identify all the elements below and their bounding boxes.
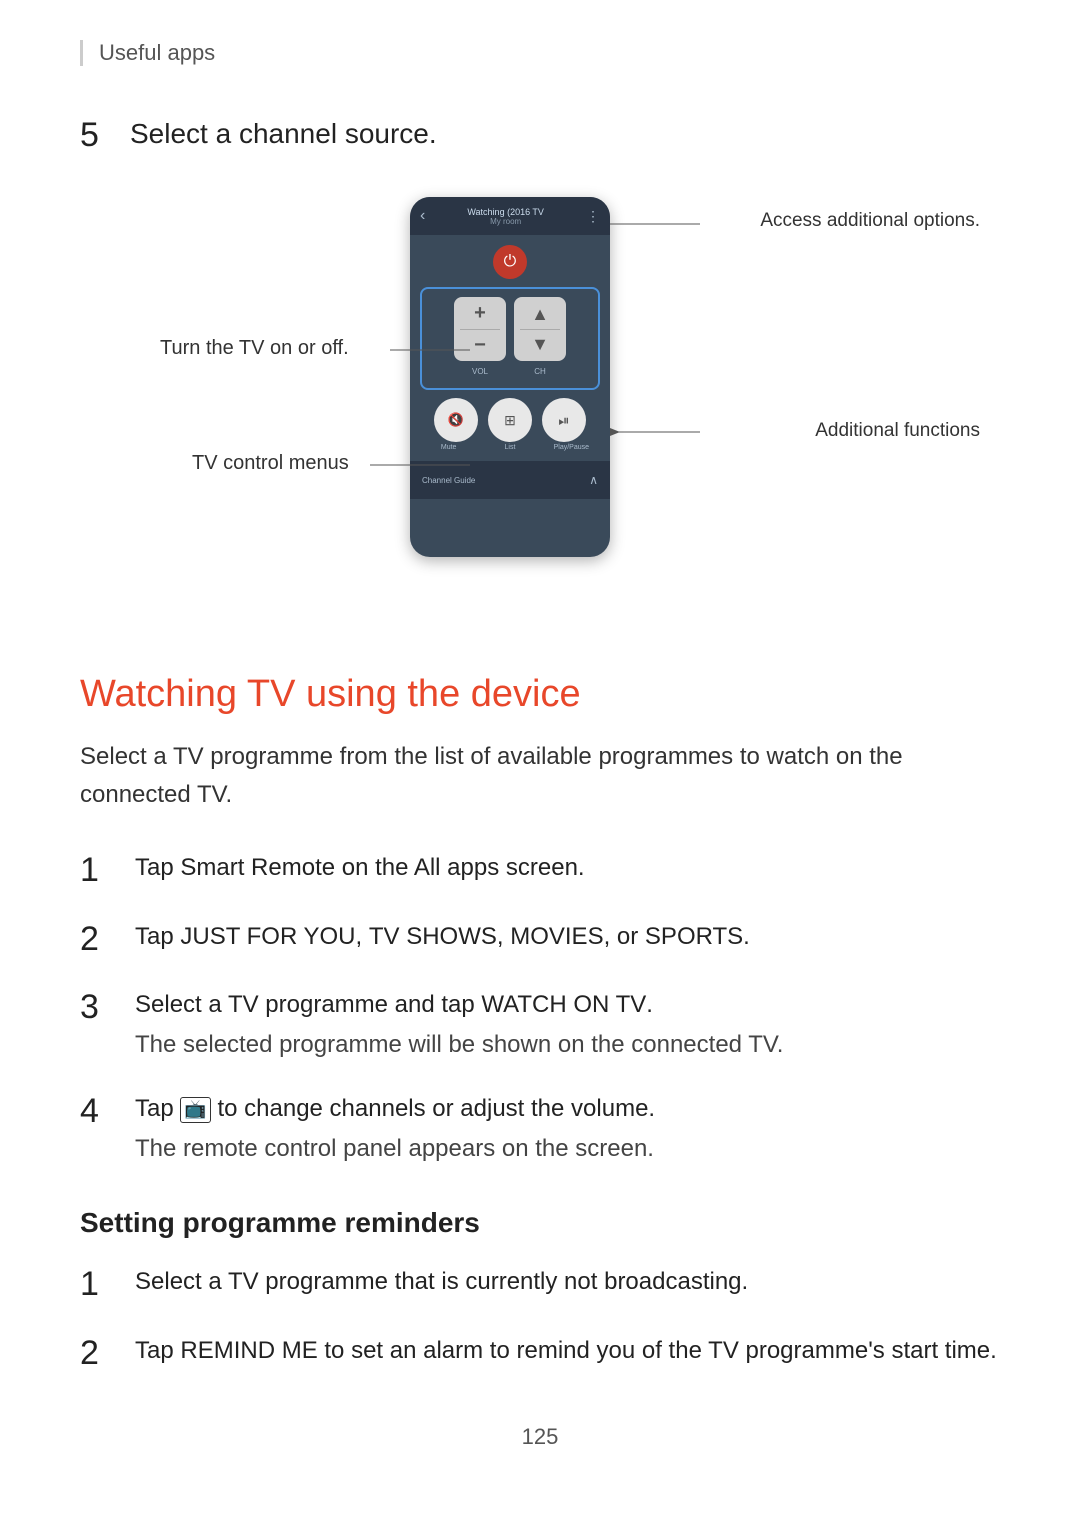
channel-guide-text: Channel Guide [422,476,475,485]
tv-control-label: TV control menus [192,452,349,475]
reminder-step-2: 2 Tap REMIND ME to set an alarm to remin… [80,1333,1000,1374]
title-area: Watching (2016 TV My room [425,207,586,226]
reminder-1-text: Select a TV programme that is currently … [135,1268,748,1295]
bottom-icon-labels: Mute List Play/Pause [410,442,610,453]
reminder-2-content: Tap REMIND ME to set an alarm to remind … [135,1333,1000,1369]
annotation-turn-tv: Turn the TV on or off. [160,337,349,360]
ch-label: CH [514,367,566,376]
watching-tv-section: Watching TV using the device Select a TV… [80,672,1000,1167]
step-3-num: 3 [80,987,135,1028]
sports-bold: SPORTS [645,923,743,950]
reminder-2-text: Tap REMIND ME to set an alarm to remind … [135,1337,997,1364]
remote-inline-icon: 📺 [180,1097,210,1122]
step-4-num: 4 [80,1091,135,1132]
playpause-icon: ⏯ [558,412,569,429]
mute-button[interactable]: 🔇 [434,398,478,442]
vol-ch-row: + − ▲ ▼ [428,297,592,361]
reminder-2-num: 2 [80,1333,135,1374]
movies-bold: MOVIES [510,923,603,950]
step-5-number: 5 [80,118,130,152]
step-1-text: Tap Smart Remote on the All apps screen. [135,854,585,881]
step-3-content: Select a TV programme and tap WATCH ON T… [135,987,1000,1063]
mute-label: Mute [427,444,471,451]
section-intro: Select a TV programme from the list of a… [80,738,1000,815]
grid-button[interactable]: ⊞ [488,398,532,442]
vol-down-icon: − [474,334,486,357]
access-options-label: Access additional options. [760,210,980,231]
step-1-num: 1 [80,850,135,891]
playpause-button[interactable]: ⏯ [542,398,586,442]
channel-guide-bar: Channel Guide ∧ [410,461,610,499]
reminders-title: Setting programme reminders [80,1207,1000,1239]
watching-step-2: 2 Tap JUST FOR YOU, TV SHOWS, MOVIES, or… [80,919,1000,960]
ctrl-labels-row: VOL CH [428,367,592,376]
diagram-container: Turn the TV on or off. TV control menus … [80,182,1000,622]
page-container: Useful apps 5 Select a channel source. T… [0,0,1080,1527]
just-for-you-bold: JUST FOR YOU [180,923,355,950]
ch-divider [520,329,560,330]
list-label: List [488,444,532,451]
step-4-sub: The remote control panel appears on the … [135,1131,1000,1167]
section-title: Watching TV using the device [80,672,1000,718]
annotation-additional-functions: Additional functions [815,420,980,442]
watching-step-1: 1 Tap Smart Remote on the All apps scree… [80,850,1000,891]
breadcrumb-text: Useful apps [99,40,215,65]
title-line2: My room [430,217,581,226]
mute-icon: 🔇 [448,412,464,428]
bottom-icons-row: 🔇 ⊞ ⏯ [410,398,610,442]
menu-dots-icon: ⋮ [586,208,600,225]
phone-topbar: ‹ Watching (2016 TV My room ⋮ [410,197,610,235]
channel-guide-chevron: ∧ [589,473,598,487]
reminder-1-content: Select a TV programme that is currently … [135,1264,1000,1300]
annotation-tv-control: TV control menus [192,452,349,475]
turn-tv-label: Turn the TV on or off. [160,337,349,360]
controls-highlight: + − ▲ ▼ VOL CH [420,287,600,390]
annotation-access-options: Access additional options. [760,210,980,232]
power-btn-area: ⏻ [410,245,610,279]
reminder-1-num: 1 [80,1264,135,1305]
step-4-main: Tap 📺 to change channels or adjust the v… [135,1095,655,1122]
grid-icon: ⊞ [504,412,516,429]
step-5-text: Select a channel source. [130,116,437,152]
step-4-content: Tap 📺 to change channels or adjust the v… [135,1091,1000,1167]
smart-remote-bold: Smart Remote [180,854,335,881]
channel-control[interactable]: ▲ ▼ [514,297,566,361]
step-5-row: 5 Select a channel source. [80,116,1000,152]
vol-divider [460,329,500,330]
step-3-main: Select a TV programme and tap WATCH ON T… [135,991,653,1018]
step-1-content: Tap Smart Remote on the All apps screen. [135,850,1000,886]
step-2-text: Tap JUST FOR YOU, TV SHOWS, MOVIES, or S… [135,923,750,950]
breadcrumb: Useful apps [80,40,1000,66]
remote-phone-body: ‹ Watching (2016 TV My room ⋮ ⏻ [410,197,610,557]
additional-functions-label: Additional functions [815,420,980,441]
step-3-sub: The selected programme will be shown on … [135,1027,1000,1063]
reminders-section: Setting programme reminders 1 Select a T… [80,1207,1000,1374]
watch-on-tv-bold: WATCH ON TV [481,991,646,1018]
step-2-num: 2 [80,919,135,960]
vol-label: VOL [454,367,506,376]
remind-me-bold: REMIND ME [180,1337,317,1364]
vol-up-icon: + [474,302,486,325]
volume-control[interactable]: + − [454,297,506,361]
power-icon: ⏻ [504,253,517,271]
step-2-content: Tap JUST FOR YOU, TV SHOWS, MOVIES, or S… [135,919,1000,955]
power-button[interactable]: ⏻ [493,245,527,279]
tv-shows-bold: TV SHOWS [369,923,497,950]
remote-mockup: ‹ Watching (2016 TV My room ⋮ ⏻ [410,197,610,557]
watching-step-3: 3 Select a TV programme and tap WATCH ON… [80,987,1000,1063]
title-line1: Watching (2016 TV [430,207,581,217]
ch-up-icon: ▲ [531,304,549,325]
ch-down-icon: ▼ [531,334,549,355]
page-number: 125 [80,1424,1000,1450]
playpause-label: Play/Pause [549,444,593,451]
watching-step-4: 4 Tap 📺 to change channels or adjust the… [80,1091,1000,1167]
reminder-step-1: 1 Select a TV programme that is currentl… [80,1264,1000,1305]
